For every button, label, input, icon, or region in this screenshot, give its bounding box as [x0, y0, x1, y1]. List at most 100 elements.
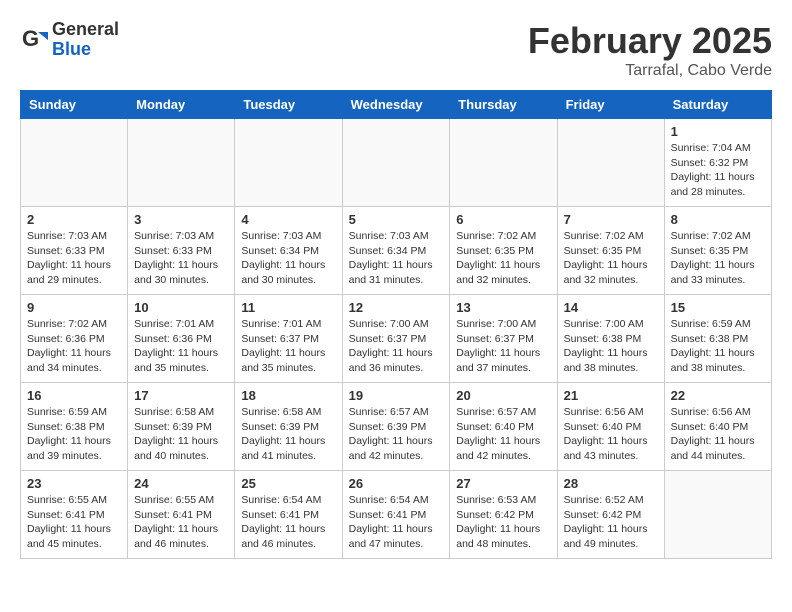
- day-info: Sunrise: 6:52 AM Sunset: 6:42 PM Dayligh…: [564, 493, 658, 552]
- day-number: 7: [564, 212, 658, 227]
- calendar-cell: 19 Sunrise: 6:57 AM Sunset: 6:39 PM Dayli…: [342, 383, 450, 471]
- calendar-cell: 7 Sunrise: 7:02 AM Sunset: 6:35 PM Daylig…: [557, 207, 664, 295]
- day-number: 22: [671, 388, 765, 403]
- day-info: Sunrise: 7:02 AM Sunset: 6:35 PM Dayligh…: [564, 229, 658, 288]
- calendar-cell: 2 Sunrise: 7:03 AM Sunset: 6:33 PM Daylig…: [21, 207, 128, 295]
- day-number: 8: [671, 212, 765, 227]
- day-number: 28: [564, 476, 658, 491]
- day-info: Sunrise: 7:02 AM Sunset: 6:35 PM Dayligh…: [456, 229, 550, 288]
- day-number: 10: [134, 300, 228, 315]
- day-info: Sunrise: 6:53 AM Sunset: 6:42 PM Dayligh…: [456, 493, 550, 552]
- calendar-cell: [128, 119, 235, 207]
- logo-text: General Blue: [52, 20, 119, 60]
- svg-text:G: G: [22, 26, 39, 51]
- calendar-cell: 8 Sunrise: 7:02 AM Sunset: 6:35 PM Daylig…: [664, 207, 771, 295]
- day-info: Sunrise: 6:56 AM Sunset: 6:40 PM Dayligh…: [671, 405, 765, 464]
- day-info: Sunrise: 7:00 AM Sunset: 6:37 PM Dayligh…: [456, 317, 550, 376]
- week-row-4: 16 Sunrise: 6:59 AM Sunset: 6:38 PM Dayli…: [21, 383, 772, 471]
- day-number: 19: [349, 388, 444, 403]
- day-info: Sunrise: 6:54 AM Sunset: 6:41 PM Dayligh…: [241, 493, 335, 552]
- day-info: Sunrise: 7:04 AM Sunset: 6:32 PM Dayligh…: [671, 141, 765, 200]
- calendar-cell: [342, 119, 450, 207]
- day-info: Sunrise: 7:03 AM Sunset: 6:34 PM Dayligh…: [241, 229, 335, 288]
- day-number: 2: [27, 212, 121, 227]
- day-info: Sunrise: 6:57 AM Sunset: 6:39 PM Dayligh…: [349, 405, 444, 464]
- calendar-cell: [450, 119, 557, 207]
- calendar-cell: 12 Sunrise: 7:00 AM Sunset: 6:37 PM Dayli…: [342, 295, 450, 383]
- day-info: Sunrise: 6:57 AM Sunset: 6:40 PM Dayligh…: [456, 405, 550, 464]
- day-info: Sunrise: 6:59 AM Sunset: 6:38 PM Dayligh…: [27, 405, 121, 464]
- month-title: February 2025: [528, 20, 772, 62]
- calendar-cell: 28 Sunrise: 6:52 AM Sunset: 6:42 PM Dayli…: [557, 471, 664, 559]
- day-info: Sunrise: 7:01 AM Sunset: 6:36 PM Dayligh…: [134, 317, 228, 376]
- day-number: 23: [27, 476, 121, 491]
- day-number: 27: [456, 476, 550, 491]
- location: Tarrafal, Cabo Verde: [528, 62, 772, 80]
- day-number: 1: [671, 124, 765, 139]
- day-number: 6: [456, 212, 550, 227]
- calendar-cell: 24 Sunrise: 6:55 AM Sunset: 6:41 PM Dayli…: [128, 471, 235, 559]
- calendar-cell: [235, 119, 342, 207]
- day-number: 24: [134, 476, 228, 491]
- calendar-cell: 13 Sunrise: 7:00 AM Sunset: 6:37 PM Dayli…: [450, 295, 557, 383]
- day-info: Sunrise: 7:03 AM Sunset: 6:33 PM Dayligh…: [134, 229, 228, 288]
- day-number: 25: [241, 476, 335, 491]
- day-number: 11: [241, 300, 335, 315]
- day-number: 14: [564, 300, 658, 315]
- day-info: Sunrise: 7:00 AM Sunset: 6:38 PM Dayligh…: [564, 317, 658, 376]
- calendar-cell: 14 Sunrise: 7:00 AM Sunset: 6:38 PM Dayli…: [557, 295, 664, 383]
- day-info: Sunrise: 7:03 AM Sunset: 6:34 PM Dayligh…: [349, 229, 444, 288]
- day-number: 20: [456, 388, 550, 403]
- day-info: Sunrise: 6:58 AM Sunset: 6:39 PM Dayligh…: [241, 405, 335, 464]
- calendar-cell: 15 Sunrise: 6:59 AM Sunset: 6:38 PM Dayli…: [664, 295, 771, 383]
- day-number: 18: [241, 388, 335, 403]
- calendar-cell: 16 Sunrise: 6:59 AM Sunset: 6:38 PM Dayli…: [21, 383, 128, 471]
- calendar-cell: 10 Sunrise: 7:01 AM Sunset: 6:36 PM Dayli…: [128, 295, 235, 383]
- day-info: Sunrise: 6:55 AM Sunset: 6:41 PM Dayligh…: [134, 493, 228, 552]
- logo-blue-label: Blue: [52, 40, 119, 60]
- day-info: Sunrise: 6:56 AM Sunset: 6:40 PM Dayligh…: [564, 405, 658, 464]
- calendar-cell: 5 Sunrise: 7:03 AM Sunset: 6:34 PM Daylig…: [342, 207, 450, 295]
- day-info: Sunrise: 6:55 AM Sunset: 6:41 PM Dayligh…: [27, 493, 121, 552]
- day-number: 16: [27, 388, 121, 403]
- day-info: Sunrise: 7:03 AM Sunset: 6:33 PM Dayligh…: [27, 229, 121, 288]
- day-number: 9: [27, 300, 121, 315]
- calendar-header-wednesday: Wednesday: [342, 91, 450, 119]
- calendar-cell: 9 Sunrise: 7:02 AM Sunset: 6:36 PM Daylig…: [21, 295, 128, 383]
- calendar-cell: 1 Sunrise: 7:04 AM Sunset: 6:32 PM Daylig…: [664, 119, 771, 207]
- calendar-cell: 26 Sunrise: 6:54 AM Sunset: 6:41 PM Dayli…: [342, 471, 450, 559]
- calendar-cell: 20 Sunrise: 6:57 AM Sunset: 6:40 PM Dayli…: [450, 383, 557, 471]
- day-number: 4: [241, 212, 335, 227]
- calendar-cell: 21Sunrise: 6:56 AM Sunset: 6:40 PM Dayli…: [557, 383, 664, 471]
- day-number: 5: [349, 212, 444, 227]
- calendar-header-sunday: Sunday: [21, 91, 128, 119]
- week-row-3: 9 Sunrise: 7:02 AM Sunset: 6:36 PM Daylig…: [21, 295, 772, 383]
- logo-general-label: General: [52, 20, 119, 40]
- calendar-header-friday: Friday: [557, 91, 664, 119]
- day-info: Sunrise: 7:02 AM Sunset: 6:36 PM Dayligh…: [27, 317, 121, 376]
- day-number: 12: [349, 300, 444, 315]
- day-info: Sunrise: 6:54 AM Sunset: 6:41 PM Dayligh…: [349, 493, 444, 552]
- day-number: 3: [134, 212, 228, 227]
- calendar-header-thursday: Thursday: [450, 91, 557, 119]
- calendar-cell: [664, 471, 771, 559]
- calendar-header-monday: Monday: [128, 91, 235, 119]
- day-info: Sunrise: 6:58 AM Sunset: 6:39 PM Dayligh…: [134, 405, 228, 464]
- calendar-cell: 4 Sunrise: 7:03 AM Sunset: 6:34 PM Daylig…: [235, 207, 342, 295]
- day-info: Sunrise: 6:59 AM Sunset: 6:38 PM Dayligh…: [671, 317, 765, 376]
- week-row-1: 1 Sunrise: 7:04 AM Sunset: 6:32 PM Daylig…: [21, 119, 772, 207]
- calendar-cell: 25 Sunrise: 6:54 AM Sunset: 6:41 PM Dayli…: [235, 471, 342, 559]
- calendar-header-tuesday: Tuesday: [235, 91, 342, 119]
- page-header: G General Blue February 2025 Tarrafal, C…: [20, 20, 772, 80]
- week-row-2: 2 Sunrise: 7:03 AM Sunset: 6:33 PM Daylig…: [21, 207, 772, 295]
- day-number: 15: [671, 300, 765, 315]
- calendar-cell: 27 Sunrise: 6:53 AM Sunset: 6:42 PM Dayli…: [450, 471, 557, 559]
- calendar-cell: [21, 119, 128, 207]
- calendar-cell: [557, 119, 664, 207]
- calendar-cell: 17Sunrise: 6:58 AM Sunset: 6:39 PM Dayli…: [128, 383, 235, 471]
- day-info: Sunrise: 7:00 AM Sunset: 6:37 PM Dayligh…: [349, 317, 444, 376]
- day-number: 26: [349, 476, 444, 491]
- day-info: Sunrise: 7:02 AM Sunset: 6:35 PM Dayligh…: [671, 229, 765, 288]
- calendar-header-saturday: Saturday: [664, 91, 771, 119]
- day-number: 13: [456, 300, 550, 315]
